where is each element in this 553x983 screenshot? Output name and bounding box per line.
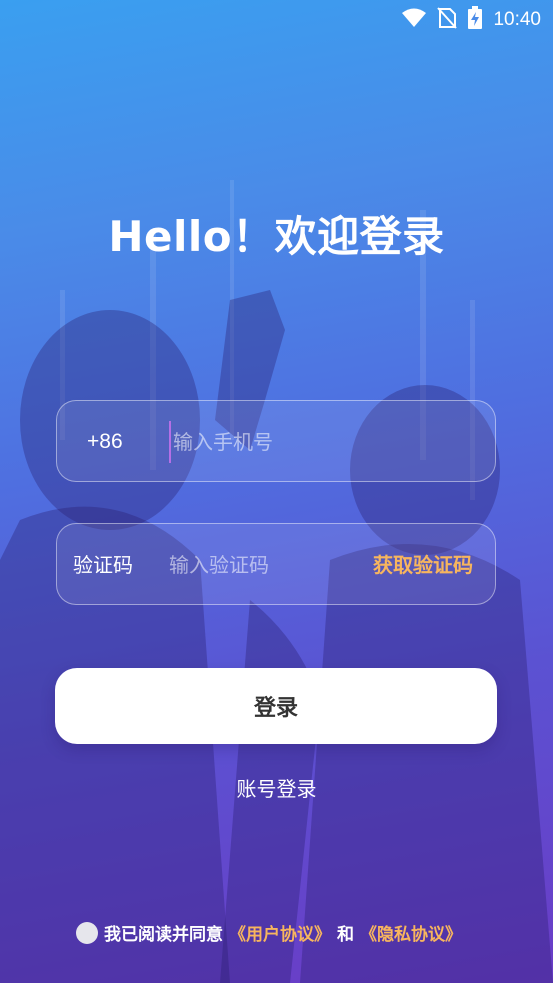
verification-code-label: 验证码 bbox=[73, 553, 133, 577]
agreement-prefix: 我已阅读并同意 bbox=[104, 925, 223, 945]
agreement-checkbox[interactable] bbox=[76, 921, 98, 944]
verification-code-field: 验证码 获取验证码 bbox=[56, 523, 496, 605]
battery-charging-icon bbox=[467, 6, 483, 34]
verification-code-input[interactable] bbox=[169, 544, 359, 586]
phone-field: +86 bbox=[56, 400, 496, 482]
get-code-button[interactable]: 获取验证码 bbox=[373, 524, 473, 606]
status-bar: 10:40 bbox=[0, 0, 553, 38]
wifi-icon bbox=[401, 7, 427, 33]
status-time: 10:40 bbox=[493, 9, 541, 30]
agreement-and: 和 bbox=[337, 925, 354, 945]
phone-input[interactable] bbox=[169, 421, 413, 463]
privacy-policy-link[interactable]: 《隐私协议》 bbox=[360, 920, 462, 945]
account-login-link[interactable]: 账号登录 bbox=[0, 773, 553, 802]
country-code-prefix[interactable]: +86 bbox=[87, 401, 123, 483]
page-title: Hello！欢迎登录 bbox=[108, 212, 445, 261]
user-agreement-link[interactable]: 《用户协议》 bbox=[229, 920, 331, 945]
no-sim-icon bbox=[437, 6, 458, 34]
background-image bbox=[0, 0, 553, 983]
agreement-row: 我已阅读并同意 《用户协议》 和 《隐私协议》 bbox=[76, 920, 462, 945]
login-button[interactable]: 登录 bbox=[55, 668, 497, 744]
